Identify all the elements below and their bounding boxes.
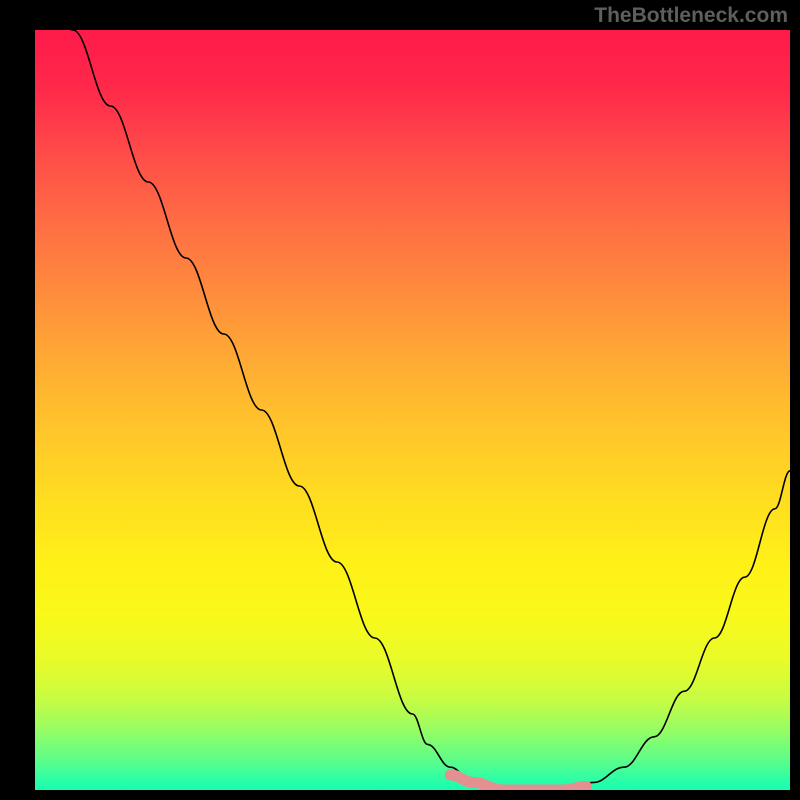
chart-svg [35,30,790,790]
watermark-text: TheBottleneck.com [594,4,788,28]
flat-marker-path [450,775,586,790]
chart-frame: TheBottleneck.com [0,0,800,800]
curve-path [35,30,790,790]
plot-area [35,30,790,790]
